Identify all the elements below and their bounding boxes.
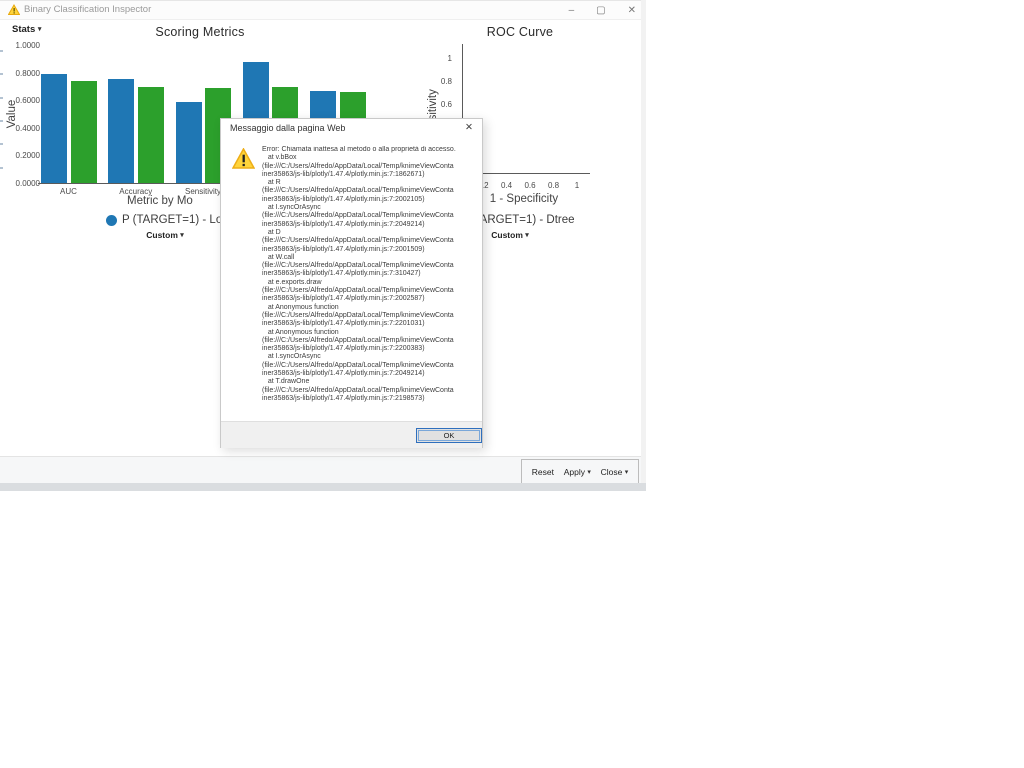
- error-dialog: Messaggio dalla pagina Web ✕ Error: Chia…: [220, 118, 483, 448]
- bar[interactable]: [175, 101, 202, 183]
- caret-down-icon: ▾: [587, 468, 591, 476]
- window-controls: – ▢ ✕: [569, 1, 636, 20]
- roc-ytick: 1: [447, 54, 452, 63]
- error-stack-text: Error: Chiamata inattesa al metodo o all…: [262, 146, 456, 402]
- window-titlebar: Binary Classification Inspector – ▢ ✕: [0, 1, 646, 20]
- stats-dropdown-label: Stats: [12, 24, 36, 35]
- apply-button-label: Apply: [563, 466, 585, 477]
- scoring-xaxis-label: Metric by Mo: [127, 195, 193, 207]
- roc-custom-dropdown-label: Custom: [491, 230, 523, 240]
- bar[interactable]: [41, 74, 67, 183]
- error-dialog-titlebar[interactable]: Messaggio dalla pagina Web ✕: [221, 119, 482, 138]
- bar[interactable]: [70, 81, 97, 183]
- error-dialog-title: Messaggio dalla pagina Web: [230, 123, 346, 133]
- error-dialog-footer: OK: [221, 421, 482, 448]
- edge-tick-mark: [0, 73, 3, 75]
- scoring-chart-title: Scoring Metrics: [155, 25, 245, 39]
- caret-down-icon: ▾: [180, 232, 184, 239]
- warning-triangle-icon: [8, 4, 20, 15]
- reset-button[interactable]: Reset: [532, 467, 554, 477]
- ok-button[interactable]: OK: [416, 428, 482, 443]
- maximize-icon[interactable]: ▢: [596, 1, 605, 20]
- scoring-legend-item[interactable]: P (TARGET=1) - Logit: [122, 214, 234, 226]
- scoring-custom-dropdown-label: Custom: [146, 230, 178, 240]
- close-button[interactable]: Close ▾: [601, 467, 629, 477]
- scoring-category-label: AUC: [60, 187, 77, 196]
- scoring-ytick: 1.0000: [15, 41, 40, 50]
- apply-button[interactable]: Apply ▾: [564, 467, 591, 477]
- scoring-legend-dot: [106, 215, 117, 226]
- scoring-yaxis-label: Value: [6, 99, 18, 129]
- roc-xtick: 1: [574, 181, 580, 190]
- caret-down-icon: ▾: [525, 232, 529, 239]
- reset-button-label: Reset: [531, 466, 554, 477]
- bottom-toolbar: Reset Apply ▾ Close ▾: [0, 456, 641, 484]
- roc-chart-title: ROC Curve: [486, 25, 554, 39]
- caret-down-icon: ▾: [37, 26, 42, 33]
- warning-triangle-icon: [232, 148, 255, 169]
- caret-down-icon: ▾: [624, 468, 629, 476]
- edge-tick-mark: [0, 97, 3, 99]
- footer-button-group: Reset Apply ▾ Close ▾: [521, 459, 639, 484]
- bar[interactable]: [137, 86, 164, 183]
- close-button-label: Close: [600, 466, 623, 477]
- desktop-background: Binary Classification Inspector – ▢ ✕ St…: [0, 0, 1024, 768]
- edge-tick-mark: [0, 120, 3, 122]
- scoring-custom-dropdown[interactable]: Custom ▾: [120, 230, 210, 240]
- edge-tick-mark: [0, 167, 3, 169]
- close-icon[interactable]: ✕: [628, 1, 636, 20]
- close-icon[interactable]: ✕: [465, 122, 473, 133]
- bar[interactable]: [108, 78, 135, 183]
- stats-dropdown[interactable]: Stats ▾: [12, 24, 41, 35]
- edge-tick-mark: [0, 143, 3, 145]
- minimize-icon[interactable]: –: [569, 1, 575, 20]
- edge-tick-mark: [0, 50, 3, 52]
- window-bottom-edge: [0, 483, 646, 491]
- window-title: Binary Classification Inspector: [24, 4, 152, 15]
- window-right-edge: [641, 0, 646, 483]
- error-dialog-body: Error: Chiamata inattesa al metodo o all…: [221, 138, 482, 421]
